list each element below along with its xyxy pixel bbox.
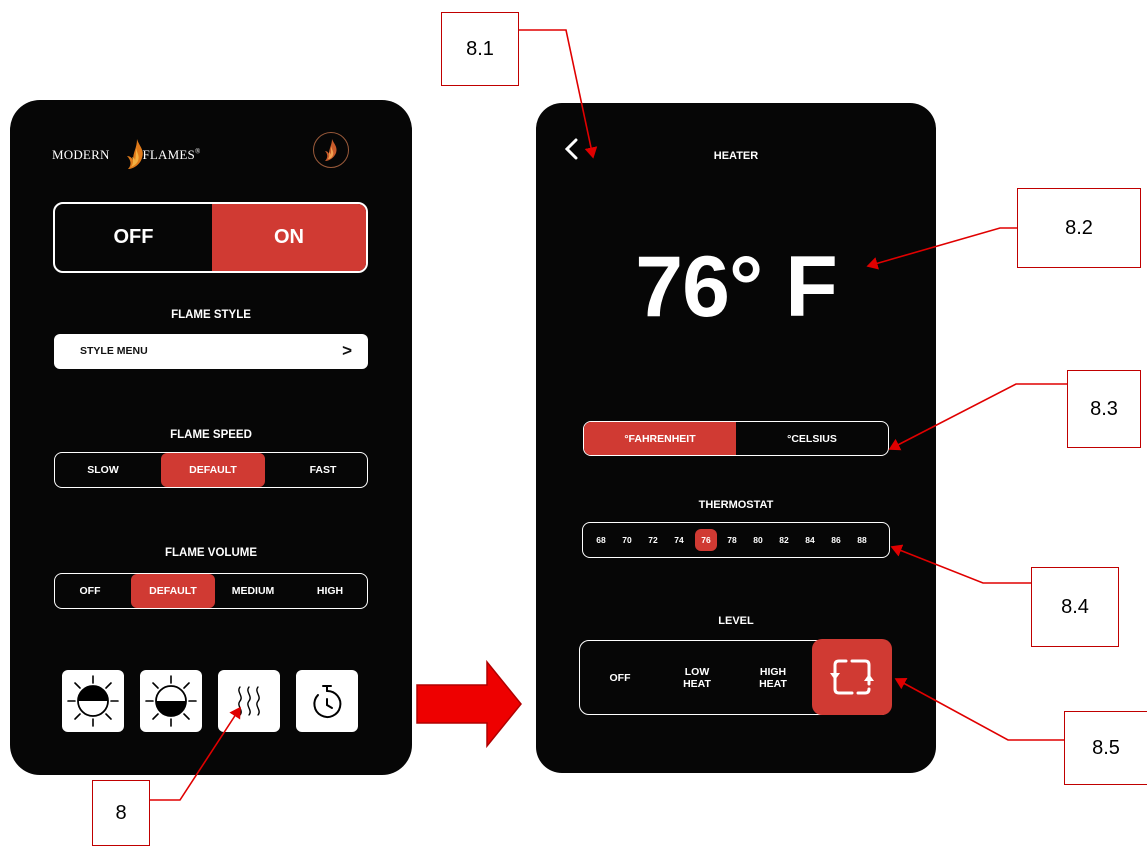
callout-8-2-leader bbox=[866, 227, 1017, 270]
callout-8-3: 8.3 bbox=[1067, 370, 1141, 448]
big-red-arrow-icon bbox=[416, 659, 522, 749]
callout-8-2: 8.2 bbox=[1017, 188, 1141, 268]
callout-8-1: 8.1 bbox=[441, 12, 519, 86]
callout-8-4-leader bbox=[890, 544, 1031, 584]
callout-8-4: 8.4 bbox=[1031, 567, 1119, 647]
callout-8-1-leader bbox=[518, 29, 598, 159]
callout-8-5-leader bbox=[894, 677, 1064, 741]
callout-8-3-leader bbox=[888, 383, 1067, 451]
callout-8: 8 bbox=[92, 780, 150, 846]
callout-8-5: 8.5 bbox=[1064, 711, 1147, 785]
annotation-layer bbox=[148, 29, 1067, 801]
callout-8-leader bbox=[148, 706, 241, 801]
